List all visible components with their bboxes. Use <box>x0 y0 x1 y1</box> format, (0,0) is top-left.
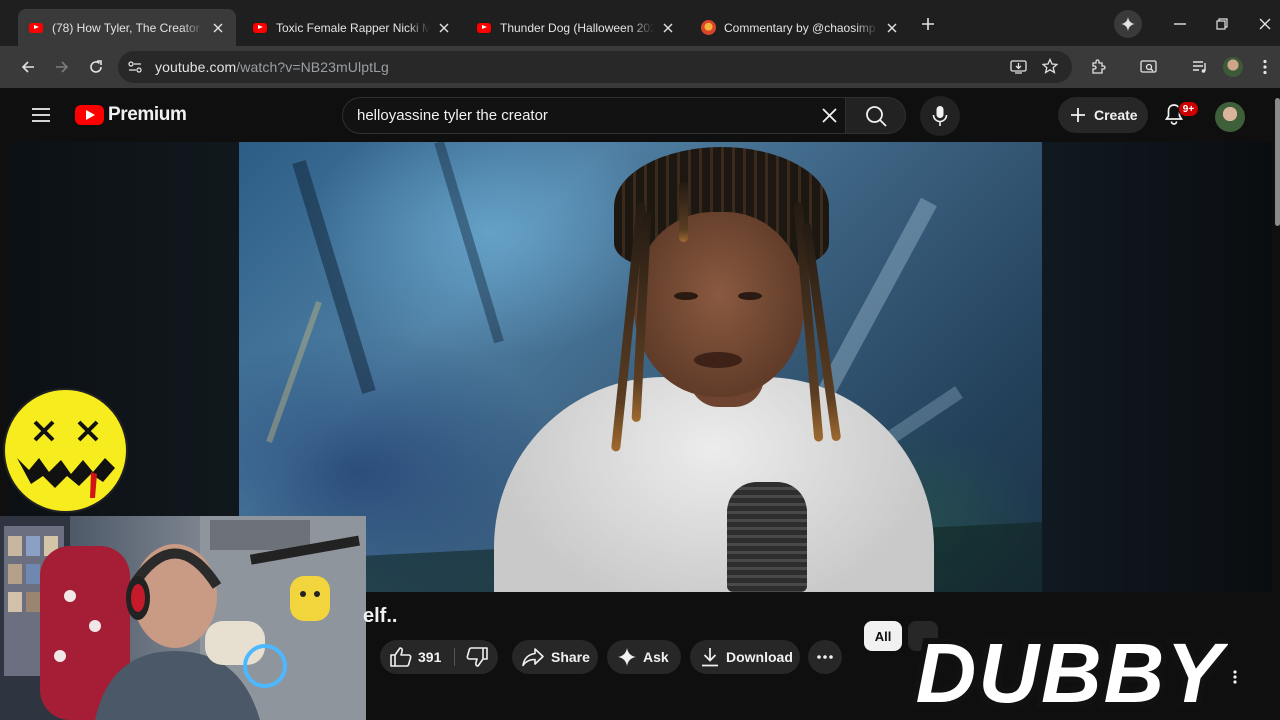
extensions-button[interactable] <box>1083 52 1113 82</box>
youtube-premium-logo[interactable]: Premium <box>75 104 187 126</box>
download-icon <box>702 648 718 667</box>
plus-icon <box>1071 108 1085 122</box>
reload-icon <box>90 60 102 73</box>
kebab-menu-icon <box>1263 59 1267 75</box>
tab-title: (78) How Tyler, The Creator Ca <box>52 20 204 35</box>
profile-button[interactable] <box>1218 52 1248 82</box>
search-query-text: helloyassine tyler the creator <box>357 107 548 124</box>
playlist-icon <box>1193 61 1206 73</box>
url-host: youtube.com <box>155 59 237 75</box>
tab-title: Toxic Female Rapper Nicki Mina <box>276 20 430 35</box>
browser-menu-button[interactable] <box>1250 52 1280 82</box>
search-input[interactable]: helloyassine tyler the creator <box>342 97 846 134</box>
close-tab-icon[interactable] <box>660 20 676 36</box>
browser-tab-1[interactable]: (78) How Tyler, The Creator Ca <box>18 9 236 46</box>
site-settings-icon[interactable] <box>127 59 143 80</box>
tab-title: Commentary by @chaosimp13 <box>724 20 878 35</box>
puzzle-icon <box>1092 59 1106 74</box>
browser-toolbar: youtube.com/watch?v=NB23mUlptLg <box>0 46 1280 88</box>
dislike-button[interactable] <box>466 647 488 670</box>
bookmark-star-icon[interactable] <box>1041 57 1059 79</box>
restore-icon <box>1216 18 1228 30</box>
microphone-icon <box>932 106 948 126</box>
clear-search-icon[interactable] <box>821 107 838 129</box>
restore-button[interactable] <box>1208 10 1236 38</box>
hamburger-icon <box>32 108 50 122</box>
close-tab-icon[interactable] <box>210 20 226 36</box>
reload-button[interactable] <box>81 52 111 82</box>
kebab-menu-icon <box>1233 670 1237 684</box>
media-controls-button[interactable] <box>1185 52 1215 82</box>
minimize-button[interactable] <box>1166 10 1194 38</box>
tab-title: Thunder Dog (Halloween 2025 <box>500 20 654 35</box>
search-button[interactable] <box>846 97 906 134</box>
podcast-microphone <box>727 482 807 592</box>
youtube-icon <box>75 105 104 125</box>
forward-button[interactable] <box>47 52 77 82</box>
create-label: Create <box>1094 107 1138 123</box>
search-icon <box>865 105 887 127</box>
install-app-icon[interactable] <box>1010 59 1027 80</box>
account-avatar[interactable] <box>1215 102 1245 132</box>
reading-mode-button[interactable] <box>1133 52 1163 82</box>
create-button[interactable]: Create <box>1058 97 1148 133</box>
smiley-face-logo <box>3 388 128 513</box>
scrollbar-thumb[interactable] <box>1275 98 1280 226</box>
close-tab-icon[interactable] <box>436 20 452 36</box>
guide-menu-button[interactable] <box>28 103 54 127</box>
close-tab-icon[interactable] <box>884 20 900 36</box>
url-text: youtube.com/watch?v=NB23mUlptLg <box>155 59 389 75</box>
download-label: Download <box>726 649 793 665</box>
item-menu-button[interactable] <box>1226 668 1244 686</box>
like-count: 391 <box>418 649 442 665</box>
logo-text: Premium <box>108 104 187 125</box>
browser-tab-2[interactable]: Toxic Female Rapper Nicki Mina <box>242 9 462 46</box>
more-actions-button[interactable] <box>808 640 842 674</box>
share-button[interactable]: Share <box>512 640 598 674</box>
url-path: /watch?v=NB23mUlptLg <box>236 59 389 75</box>
voice-search-button[interactable] <box>920 96 960 136</box>
back-button[interactable] <box>13 52 43 82</box>
ask-button[interactable]: Ask <box>607 640 681 674</box>
dreadlock <box>679 182 688 242</box>
notification-count-badge: 9+ <box>1178 101 1199 117</box>
person-face <box>634 212 804 397</box>
youtube-masthead: Premium helloyassine tyler the creator C… <box>0 88 1280 142</box>
share-label: Share <box>551 649 590 665</box>
download-button[interactable]: Download <box>690 640 800 674</box>
thumbs-down-icon <box>466 647 488 667</box>
watermark-text: DUBBY <box>916 626 1228 720</box>
video-title: elf.. <box>363 605 398 627</box>
youtube-icon <box>252 20 268 36</box>
streamer-webcam <box>0 516 366 720</box>
youtube-icon <box>28 20 44 36</box>
like-button[interactable] <box>390 647 412 670</box>
lens-icon <box>1139 60 1157 73</box>
new-tab-button[interactable] <box>914 10 942 38</box>
minimize-icon <box>1174 23 1186 25</box>
browser-tab-strip: (78) How Tyler, The Creator Ca Toxic Fem… <box>0 0 1280 46</box>
close-icon <box>1259 18 1271 30</box>
address-bar[interactable]: youtube.com/watch?v=NB23mUlptLg <box>118 51 1072 83</box>
divider <box>454 648 455 666</box>
gemini-button[interactable] <box>1114 10 1142 38</box>
ask-label: Ask <box>643 649 669 665</box>
avatar-favicon <box>700 20 716 36</box>
close-window-button[interactable] <box>1251 10 1279 38</box>
like-dislike-group: 391 <box>380 640 498 674</box>
browser-tab-3[interactable]: Thunder Dog (Halloween 2025 <box>466 9 686 46</box>
thumbs-up-icon <box>390 647 412 667</box>
browser-tab-4[interactable]: Commentary by @chaosimp13 <box>690 9 910 46</box>
sparkle-icon <box>1121 17 1135 31</box>
dubby-watermark: DUBBY <box>910 620 1234 720</box>
plus-icon <box>922 18 934 30</box>
chip-all[interactable]: All <box>864 621 902 651</box>
arrow-left-icon <box>21 61 34 73</box>
profile-avatar <box>1223 57 1243 77</box>
arrow-right-icon <box>56 61 69 73</box>
youtube-icon <box>476 20 492 36</box>
share-icon <box>522 648 544 667</box>
more-horizontal-icon <box>817 655 833 659</box>
sparkle-icon <box>618 648 636 666</box>
